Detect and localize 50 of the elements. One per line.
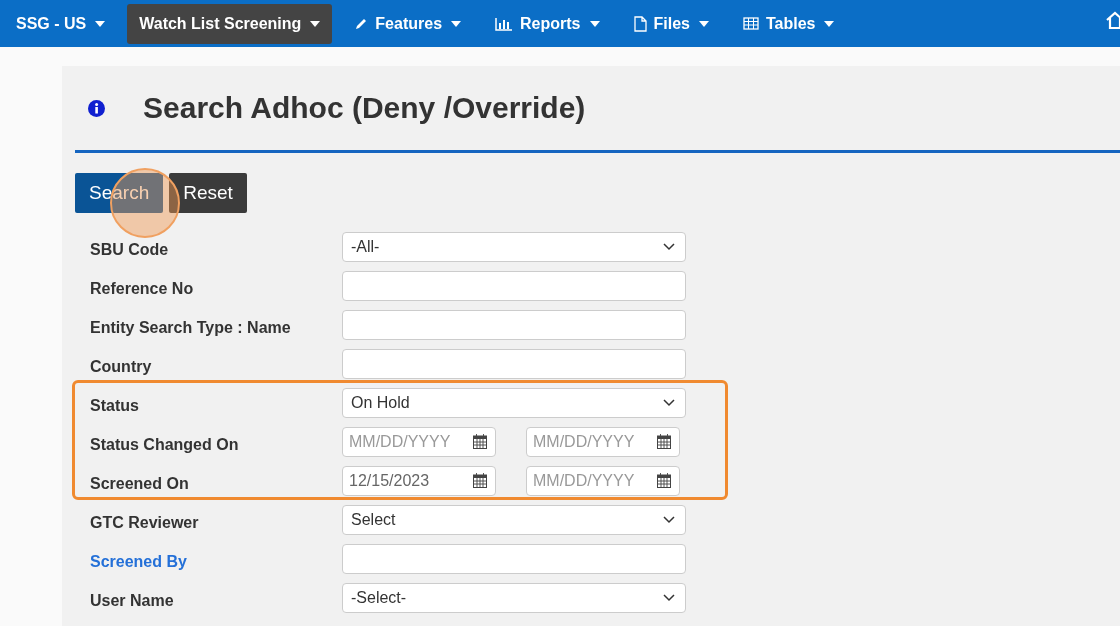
date-field[interactable]: MM/DD/YYYY bbox=[526, 427, 680, 457]
caret-icon bbox=[451, 20, 462, 27]
text-field[interactable] bbox=[342, 310, 686, 340]
field-label: Status bbox=[89, 397, 140, 415]
date-field[interactable]: MM/DD/YYYY bbox=[342, 427, 496, 457]
field-label: Screened On bbox=[89, 475, 190, 493]
field-label: Country bbox=[89, 358, 153, 376]
nav-menu-item[interactable]: Tables bbox=[730, 3, 847, 44]
reset-button[interactable]: Reset bbox=[169, 173, 247, 213]
field-label-link[interactable]: Screened By bbox=[75, 553, 342, 571]
field-label: User Name bbox=[89, 592, 175, 610]
home-icon[interactable] bbox=[1106, 11, 1120, 29]
date-field[interactable]: 12/15/2023 bbox=[342, 466, 496, 496]
nav-menu-item[interactable]: Files bbox=[621, 3, 721, 44]
calendar-icon bbox=[473, 473, 487, 488]
select-field[interactable]: -All- bbox=[342, 232, 686, 262]
calendar-icon bbox=[657, 473, 671, 488]
field-label: Status Changed On bbox=[89, 436, 240, 454]
chevron-down-icon bbox=[663, 594, 675, 602]
text-field[interactable] bbox=[342, 544, 686, 574]
field-label: GTC Reviewer bbox=[89, 514, 200, 532]
text-field[interactable] bbox=[342, 349, 686, 379]
nav-menu-item[interactable]: Watch List Screening bbox=[127, 3, 333, 44]
calendar-icon bbox=[473, 434, 487, 449]
file-icon bbox=[633, 15, 647, 32]
page-title: Search Adhoc (Deny /Override) bbox=[143, 91, 586, 125]
chevron-down-icon bbox=[663, 243, 675, 251]
pencil-icon bbox=[354, 16, 369, 31]
bar-chart-icon bbox=[495, 16, 514, 31]
caret-icon bbox=[589, 20, 600, 27]
field-label: Reference No bbox=[89, 280, 195, 298]
select-field[interactable]: On Hold bbox=[342, 388, 686, 418]
field-label: SBU Code bbox=[89, 241, 170, 259]
select-field[interactable]: -Select- bbox=[342, 583, 686, 613]
chevron-down-icon bbox=[663, 516, 675, 524]
info-icon bbox=[88, 99, 105, 117]
field-label: Entity Search Type : Name bbox=[89, 319, 292, 337]
select-field[interactable]: Select bbox=[342, 505, 686, 535]
table-icon bbox=[742, 17, 759, 30]
calendar-icon bbox=[657, 434, 671, 449]
caret-icon bbox=[310, 20, 321, 27]
nav-menu-item[interactable]: Features bbox=[342, 3, 474, 44]
caret-icon bbox=[95, 20, 106, 27]
caret-icon bbox=[698, 20, 709, 27]
text-field[interactable] bbox=[342, 271, 686, 301]
nav-menu-item[interactable]: Reports bbox=[483, 3, 612, 44]
date-field[interactable]: MM/DD/YYYY bbox=[526, 466, 680, 496]
caret-icon bbox=[824, 20, 835, 27]
nav-menu-item[interactable]: SSG - US bbox=[4, 3, 118, 44]
chevron-down-icon bbox=[663, 399, 675, 407]
